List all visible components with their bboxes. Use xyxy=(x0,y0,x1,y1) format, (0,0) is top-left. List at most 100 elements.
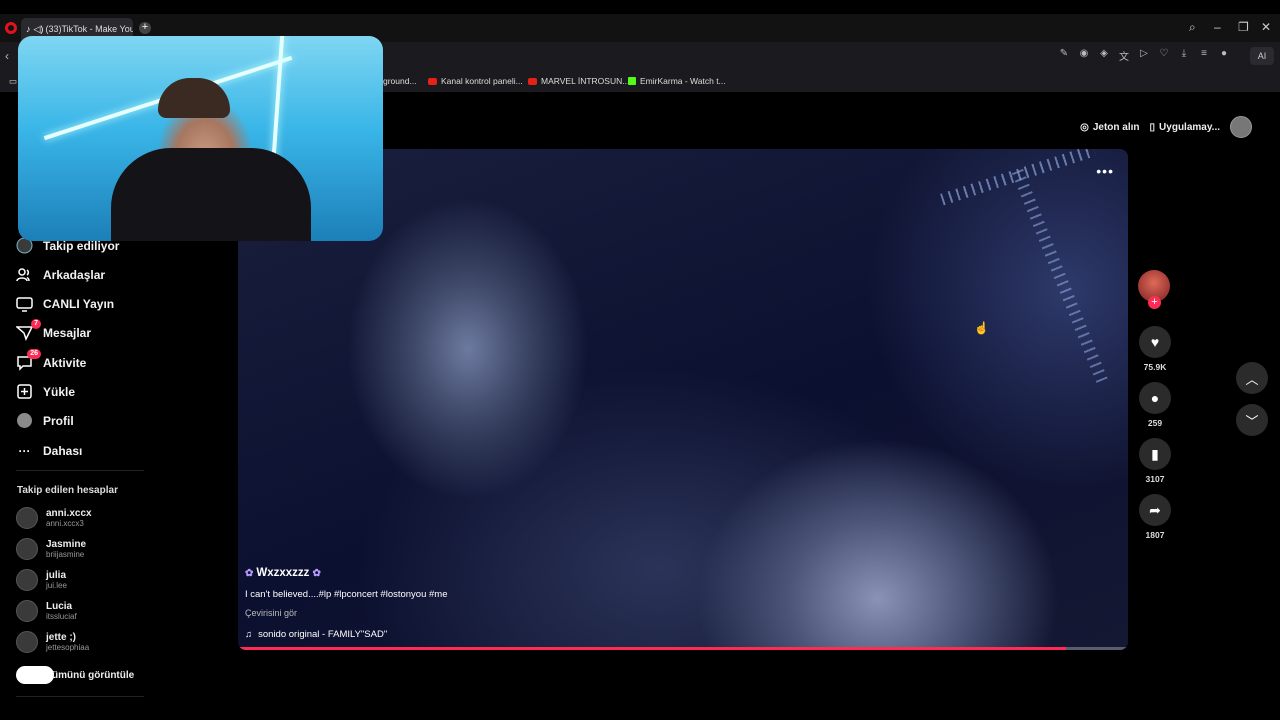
youtube-icon xyxy=(528,77,537,85)
avatar xyxy=(16,631,38,653)
avatar xyxy=(16,569,38,591)
shield-icon[interactable]: ◈ xyxy=(1098,48,1110,63)
more-options-icon[interactable]: ••• xyxy=(1096,163,1114,179)
next-video-button[interactable]: ﹀ xyxy=(1236,404,1268,436)
share-icon[interactable]: ➦ xyxy=(1139,494,1171,526)
coin-icon: ◎ xyxy=(1080,121,1089,133)
restore-icon[interactable]: ❐ xyxy=(1238,20,1249,34)
previous-video-button[interactable]: ︿ xyxy=(1236,362,1268,394)
close-icon[interactable]: ✕ xyxy=(1261,20,1271,34)
friends-icon xyxy=(16,266,33,283)
bookmark-item[interactable]: EmirKarma - Watch t... xyxy=(628,76,726,86)
profile-icon xyxy=(16,412,33,429)
comment-icon[interactable]: ● xyxy=(1139,382,1171,414)
search-icon[interactable]: ⌕ xyxy=(1189,20,1196,35)
account-item[interactable]: Jasmine briijasmine xyxy=(16,538,86,560)
activity-badge: 26 xyxy=(27,349,41,359)
nav-profile[interactable]: Profil xyxy=(16,412,74,429)
chevron-down-icon: ﹀ xyxy=(1245,413,1259,429)
more-dots-icon: ··· xyxy=(18,443,31,458)
creator-avatar[interactable]: + xyxy=(1138,270,1170,309)
tiktok-favicon-icon: ♪ xyxy=(26,23,31,34)
opera-logo-icon[interactable] xyxy=(5,22,17,34)
save-action[interactable]: ▮ 3107 xyxy=(1138,438,1172,484)
octopus-emoji-icon: ✿ xyxy=(245,567,254,579)
divider xyxy=(16,470,144,471)
share-count: 1807 xyxy=(1145,530,1165,540)
edit-icon[interactable]: ✎ xyxy=(1058,48,1070,63)
chevron-up-icon: ︿ xyxy=(1245,371,1259,387)
follow-plus-icon[interactable]: + xyxy=(1148,296,1161,309)
header-actions: ◎ Jeton alın ▯ Uygulamay... xyxy=(1080,116,1252,138)
video-progress-bar[interactable] xyxy=(238,647,1128,650)
toggle-icon xyxy=(16,666,54,684)
ai-button[interactable]: AI xyxy=(1250,47,1274,65)
heart-icon[interactable]: ♡ xyxy=(1158,48,1170,63)
video-progress-fill xyxy=(238,647,1066,650)
nav-friends[interactable]: Arkadaşlar xyxy=(16,266,105,283)
divider xyxy=(16,696,144,697)
live-icon xyxy=(16,295,33,312)
get-coins-button[interactable]: ◎ Jeton alın xyxy=(1080,122,1139,133)
nav-live[interactable]: CANLI Yayın xyxy=(16,295,114,312)
download-icon[interactable]: ⤓ xyxy=(1178,48,1190,63)
bookmark-item[interactable]: Kanal kontrol paneli... xyxy=(428,76,523,86)
video-author[interactable]: ✿ Wxzxxzzz ✿ xyxy=(245,567,448,579)
toolbar-icons: ✎ ◉ ◈ 文 ▷ ♡ ⤓ ≡ ● xyxy=(1058,48,1230,63)
avatar xyxy=(16,600,38,622)
camera-icon[interactable]: ◉ xyxy=(1078,48,1090,63)
video-sound[interactable]: ♫ sonido original - FAMILY"SAD" xyxy=(245,629,448,640)
nav-messages[interactable]: 7 Mesajlar xyxy=(16,319,91,341)
comment-action[interactable]: ● 259 xyxy=(1138,382,1172,428)
comment-count: 259 xyxy=(1147,418,1163,428)
octopus-emoji-icon: ✿ xyxy=(312,567,321,579)
tab-title: (33)TikTok - Make You xyxy=(45,24,134,34)
music-note-icon: ♫ xyxy=(245,629,253,640)
messages-badge: 7 xyxy=(31,319,41,329)
profile-avatar[interactable] xyxy=(1230,116,1252,138)
webcam-overlay xyxy=(18,36,383,241)
like-action[interactable]: ♥ 75.9K xyxy=(1138,326,1172,372)
avatar xyxy=(16,507,38,529)
phone-icon: ▯ xyxy=(1149,121,1156,133)
following-accounts-title: Takip edilen hesaplar xyxy=(17,485,118,496)
account-icon[interactable]: ● xyxy=(1218,48,1230,63)
bookmark-item[interactable]: MARVEL İNTROSUN... xyxy=(528,76,629,86)
speaker-icon[interactable]: ◁) xyxy=(34,24,44,34)
youtube-icon xyxy=(428,77,437,85)
share-action[interactable]: ➦ 1807 xyxy=(1138,494,1172,540)
streamer-hair xyxy=(158,78,230,118)
see-translation-link[interactable]: Çevirisini gör xyxy=(245,608,448,618)
back-arrow-icon[interactable]: ‹ xyxy=(5,49,9,63)
translate-icon[interactable]: 文 xyxy=(1118,48,1130,63)
like-count: 75.9K xyxy=(1143,362,1167,372)
save-count: 3107 xyxy=(1145,474,1165,484)
play-icon[interactable]: ▷ xyxy=(1138,48,1150,63)
messages-icon: 7 xyxy=(16,319,41,341)
account-item[interactable]: julia jui.lee xyxy=(16,569,67,591)
avatar xyxy=(16,538,38,560)
menu-icon[interactable]: ≡ xyxy=(1198,48,1210,63)
account-item[interactable]: jette ;) jettesophiaa xyxy=(16,631,89,653)
kick-icon xyxy=(628,77,636,85)
streamer-body xyxy=(111,148,311,241)
see-all-link[interactable]: ümünü görüntüle xyxy=(16,666,134,684)
activity-icon: 26 xyxy=(16,349,41,371)
bookmark-folder-icon[interactable]: ▭ xyxy=(9,76,17,87)
video-actions: + ♥ 75.9K ● 259 ▮ 3107 ➦ 1807 xyxy=(1138,270,1172,550)
account-item[interactable]: anni.xccx anni.xccx3 xyxy=(16,507,92,529)
get-app-button[interactable]: ▯ Uygulamay... xyxy=(1150,122,1220,133)
nav-upload[interactable]: Yükle xyxy=(16,383,75,400)
account-item[interactable]: Lucia itssluciaf xyxy=(16,600,77,622)
video-caption: I can't believed....#lp #lpconcert #lost… xyxy=(245,589,448,600)
heart-icon[interactable]: ♥ xyxy=(1139,326,1171,358)
mouse-cursor-icon: ☝ xyxy=(974,321,989,335)
upload-icon xyxy=(16,383,33,400)
nav-more[interactable]: ··· Dahası xyxy=(16,442,83,459)
nav-activity[interactable]: 26 Aktivite xyxy=(16,349,86,371)
new-tab-button[interactable]: + xyxy=(139,22,151,34)
bookmark-icon[interactable]: ▮ xyxy=(1139,438,1171,470)
stage-truss xyxy=(1010,165,1108,383)
minimize-icon[interactable]: – xyxy=(1214,20,1221,34)
bookmark-item[interactable]: ground... xyxy=(383,76,417,86)
